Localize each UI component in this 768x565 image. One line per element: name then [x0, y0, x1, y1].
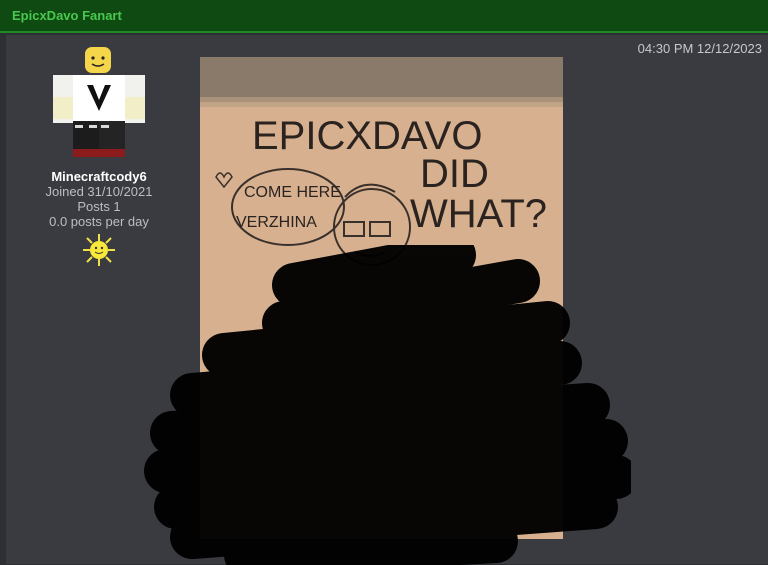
post-timestamp: 04:30 PM 12/12/2023: [637, 41, 762, 56]
user-name[interactable]: Minecraftcody6: [34, 169, 164, 184]
redaction-scribble: [144, 245, 631, 565]
speech-line-1: COME HERE: [244, 184, 341, 201]
thread-header: EpicxDavo Fanart: [0, 0, 768, 33]
user-panel: Minecraftcody6 Joined 31/10/2021 Posts 1…: [34, 45, 164, 267]
thread-title[interactable]: EpicxDavo Fanart: [12, 8, 122, 23]
drawing-did: DID: [420, 152, 489, 196]
roblox-avatar-icon[interactable]: [49, 45, 149, 167]
user-post-rate: 0.0 posts per day: [49, 214, 149, 229]
sun-badge-icon: [83, 234, 115, 266]
forum-post: 04:30 PM 12/12/2023 Minecraftcody6 Joine…: [6, 35, 768, 565]
user-joined: Joined 31/10/2021: [45, 184, 153, 199]
user-post-count: Posts 1: [77, 199, 121, 214]
speech-line-2: VERZHINA: [236, 214, 317, 231]
drawing-what: WHAT?: [410, 192, 547, 236]
